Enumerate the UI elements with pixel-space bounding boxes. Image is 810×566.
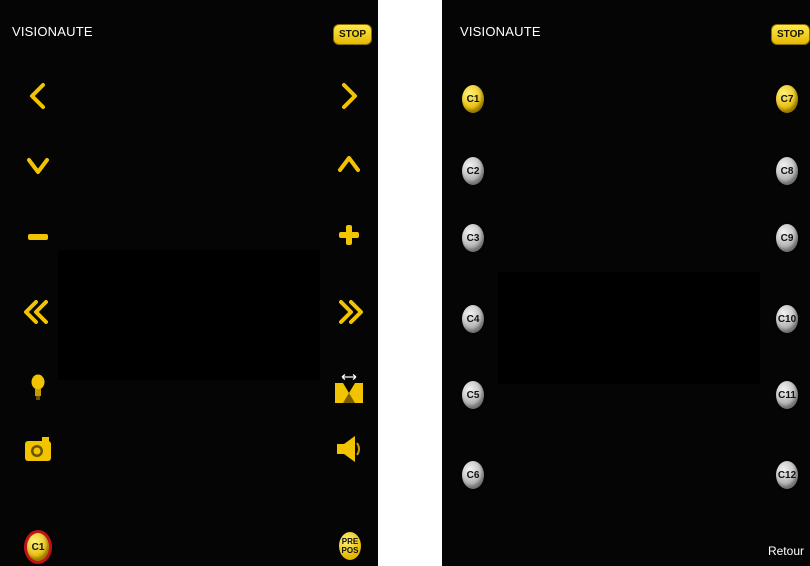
c9-button[interactable]: C9 <box>776 224 798 252</box>
minus-icon[interactable] <box>22 221 54 253</box>
c5-button[interactable]: C5 <box>462 381 484 409</box>
c10-button[interactable]: C10 <box>776 305 798 333</box>
stop-button[interactable]: STOP <box>333 24 373 45</box>
speaker-icon[interactable] <box>333 433 365 465</box>
lightbulb-icon[interactable] <box>22 371 54 403</box>
c8-button[interactable]: C8 <box>776 157 798 185</box>
camera-view-dark-area <box>498 272 760 384</box>
width-adjust-icon[interactable] <box>333 373 365 405</box>
prepos-label-line2: POS <box>341 546 359 555</box>
app-title: VISIONAUTE <box>460 24 541 39</box>
chevron-down-icon[interactable] <box>22 150 54 182</box>
c6-button[interactable]: C6 <box>462 461 484 489</box>
c7-button[interactable]: C7 <box>776 85 798 113</box>
c4-button[interactable]: C4 <box>462 305 484 333</box>
app-title: VISIONAUTE <box>12 24 93 39</box>
prepos-button[interactable]: PRE POS <box>339 532 361 560</box>
c1-button[interactable]: C1 <box>462 85 484 113</box>
c3-button[interactable]: C3 <box>462 224 484 252</box>
back-link[interactable]: Retour <box>768 544 804 558</box>
right-screen: VISIONAUTE STOP C1 C2 C3 C4 C5 C6 C7 C8 … <box>442 0 810 566</box>
prepos-label-line1: PRE <box>341 537 359 546</box>
chevron-right-icon[interactable] <box>333 80 365 112</box>
c12-button[interactable]: C12 <box>776 461 798 489</box>
stop-button[interactable]: STOP <box>771 24 810 45</box>
chevron-left-icon[interactable] <box>22 80 54 112</box>
c11-button[interactable]: C11 <box>776 381 798 409</box>
double-chevron-left-icon[interactable] <box>20 296 52 328</box>
left-screen: VISIONAUTE STOP C1 PRE POS <box>0 0 378 566</box>
plus-icon[interactable] <box>333 219 365 251</box>
chevron-up-icon[interactable] <box>333 148 365 180</box>
c2-button[interactable]: C2 <box>462 157 484 185</box>
camera-view-dark-area <box>58 250 320 380</box>
c1-button[interactable]: C1 <box>24 530 52 564</box>
double-chevron-right-icon[interactable] <box>335 296 367 328</box>
camera-icon[interactable] <box>22 433 54 465</box>
